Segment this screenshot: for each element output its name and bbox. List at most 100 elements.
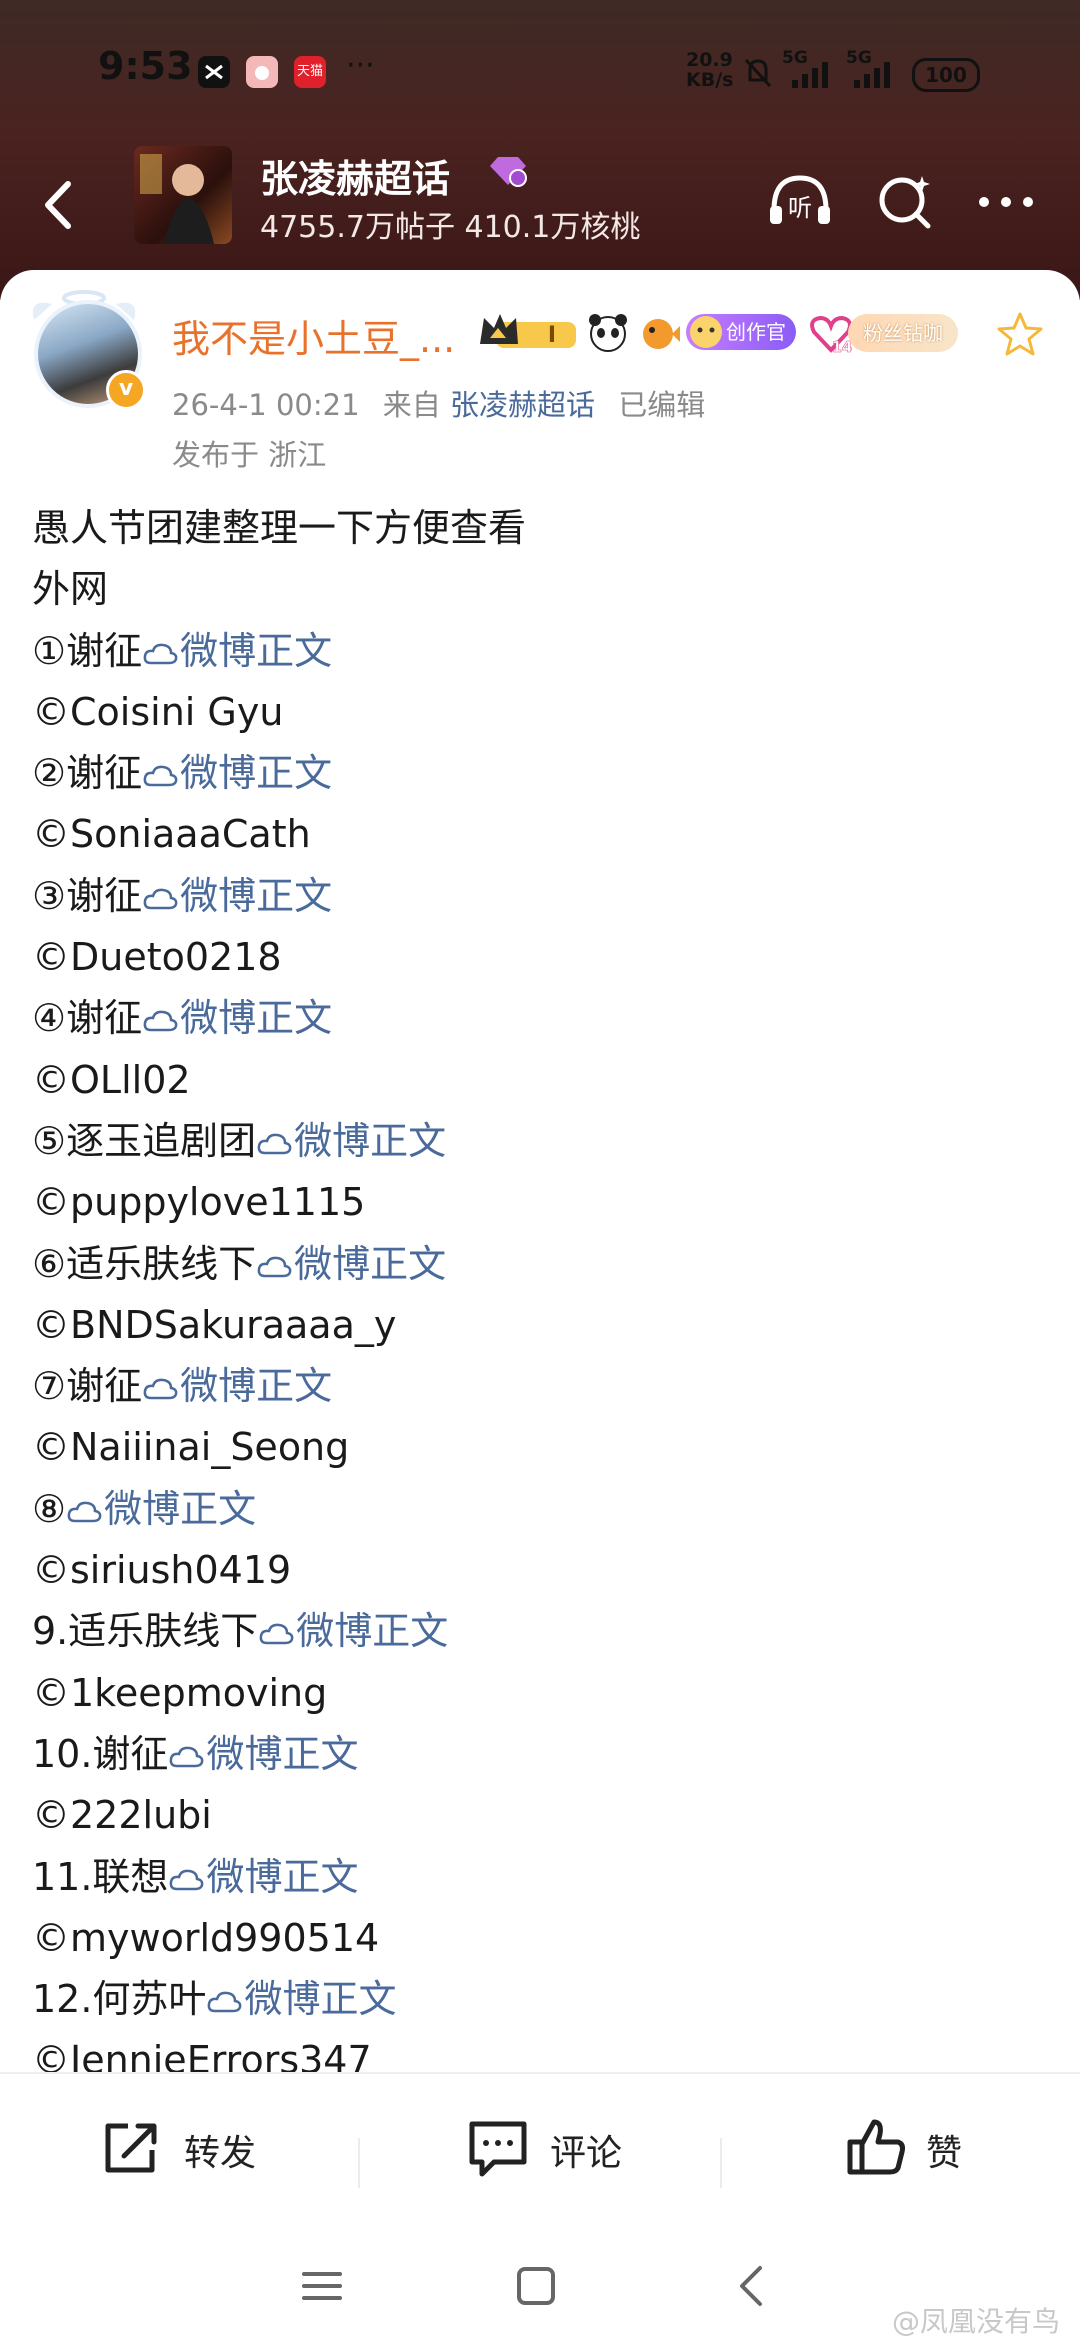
- capcut-icon: [198, 56, 230, 88]
- repost-button[interactable]: 转发: [100, 2074, 300, 2224]
- topic-stats: 4755.7万帖子 410.1万核桃: [260, 210, 641, 245]
- author-name[interactable]: 我不是小土豆_...: [172, 308, 455, 363]
- content-text: ②谢征: [32, 751, 143, 796]
- weibo-post-link[interactable]: 微博正文: [142, 874, 332, 918]
- status-bar: 9:53 天猫 ··· 20.9 KB/s 5G 5G 100: [0, 0, 1080, 140]
- cloud-link-icon: [143, 643, 178, 664]
- content-line: ©myworld990514: [32, 1908, 1062, 1969]
- weibo-post-link-label: 微博正文: [180, 873, 333, 918]
- content-line: ©OLll02: [32, 1050, 1062, 1111]
- diamond-badge-icon: [490, 157, 527, 187]
- post-content: 愚人节团建整理一下方便查看 外网 ①谢征 微博正文 ©Coisini Gyu ②谢征 微博正…: [32, 498, 1062, 2092]
- content-line: ©siriush0419: [32, 1540, 1062, 1601]
- weibo-post-link[interactable]: 微博正文: [258, 1609, 448, 1653]
- content-text: ④谢征: [32, 996, 143, 1041]
- weibo-post-link[interactable]: 微博正文: [256, 1119, 446, 1163]
- action-divider: [720, 2138, 722, 2188]
- content-line: ⑦谢征 微博正文: [32, 1356, 1062, 1417]
- panda-icon[interactable]: [586, 310, 630, 354]
- content-line: ②谢征 微博正文: [32, 743, 1062, 804]
- weibo-post-link[interactable]: 微博正文: [168, 1855, 358, 1899]
- listen-icon[interactable]: 听: [760, 162, 840, 242]
- weibo-post-link-label: 微博正文: [244, 1977, 397, 2022]
- content-text: ©Dueto0218: [32, 935, 282, 980]
- weibo-app-icon: [246, 56, 278, 88]
- pufferfish-icon[interactable]: [636, 310, 680, 354]
- search-icon[interactable]: [866, 162, 946, 242]
- fan-diamond-badge[interactable]: 粉丝钻咖: [848, 314, 958, 352]
- cloud-link-icon: [208, 1991, 242, 2013]
- weibo-post-link[interactable]: 微博正文: [142, 996, 332, 1040]
- weibo-post-link[interactable]: 微博正文: [168, 1732, 358, 1776]
- weibo-post-link-label: 微博正文: [180, 1364, 333, 1409]
- content-text: 愚人节团建整理一下方便查看: [32, 506, 527, 550]
- watermark: @凤凰没有鸟: [891, 2305, 1060, 2338]
- post-location: 发布于 浙江: [172, 438, 327, 472]
- signal-2-icon: [854, 62, 890, 88]
- content-line: ③谢征 微博正文: [32, 866, 1062, 927]
- content-text: ©1keepmoving: [32, 1670, 328, 1715]
- content-text: ©222lubi: [32, 1793, 212, 1838]
- content-line: 外网: [32, 559, 1062, 620]
- weibo-post-link[interactable]: 微博正文: [142, 751, 332, 795]
- topic-header: 张凌赫超话 4755.7万帖子 410.1万核桃 听: [0, 140, 1080, 270]
- weibo-post-link[interactable]: 微博正文: [256, 1242, 446, 1286]
- weibo-post-link-label: 微博正文: [180, 628, 333, 673]
- home-icon[interactable]: [512, 2262, 560, 2310]
- svg-text:I: I: [548, 323, 556, 348]
- content-text: ©SoniaaaCath: [32, 812, 311, 857]
- back-arrow-icon[interactable]: [30, 170, 90, 240]
- mute-bell-icon: [744, 58, 772, 88]
- post-source-link[interactable]: 张凌赫超话: [450, 388, 595, 422]
- user-avatar[interactable]: v: [28, 290, 146, 410]
- content-text: ©Naiiinai_Seong: [32, 1425, 350, 1470]
- content-line: ©1keepmoving: [32, 1663, 1062, 1724]
- content-text: 10.谢征: [32, 1731, 169, 1776]
- content-line: ①谢征 微博正文: [32, 621, 1062, 682]
- content-line: 12.何苏叶 微博正文: [32, 1969, 1062, 2030]
- like-button[interactable]: 赞: [844, 2074, 1004, 2224]
- more-options-icon[interactable]: [966, 162, 1046, 242]
- content-text: ©Coisini Gyu: [32, 689, 284, 734]
- post-date: 26-4-1 00:21: [172, 388, 360, 422]
- weibo-post-link[interactable]: 微博正文: [66, 1487, 256, 1531]
- verified-icon: v: [106, 370, 146, 410]
- content-line: ©BNDSakuraaaa_y: [32, 1295, 1062, 1356]
- crown-level-badge-icon[interactable]: I: [476, 308, 578, 354]
- more-notifications-icon: ···: [346, 48, 375, 83]
- cloud-link-icon: [170, 1746, 204, 1768]
- weibo-post-link-label: 微博正文: [296, 1609, 449, 1654]
- cloud-link-icon: [143, 765, 178, 787]
- fan-badge-label: 粉丝钻咖: [863, 321, 943, 345]
- content-line: ©222lubi: [32, 1785, 1062, 1846]
- net-speed-value: 20.9: [686, 49, 733, 71]
- topic-avatar[interactable]: [134, 146, 232, 244]
- content-text: 12.何苏叶: [32, 1977, 207, 2022]
- cloud-link-icon: [170, 1869, 204, 1890]
- comment-label: 评论: [550, 2133, 623, 2174]
- content-line: ©Coisini Gyu: [32, 682, 1062, 743]
- content-text: 外网: [32, 567, 109, 612]
- back-nav-icon[interactable]: [728, 2262, 776, 2310]
- content-line: 9.适乐肤线下 微博正文: [32, 1601, 1062, 1662]
- net-speed-unit: KB/s: [686, 69, 734, 91]
- weibo-post-link[interactable]: 微博正文: [206, 1977, 396, 2021]
- weibo-post-link[interactable]: 微博正文: [142, 629, 332, 673]
- comment-button[interactable]: 评论: [466, 2074, 666, 2224]
- creator-face-icon: [690, 316, 722, 348]
- weibo-post-link[interactable]: 微博正文: [142, 1364, 332, 1408]
- content-line: ©Dueto0218: [32, 927, 1062, 988]
- svg-text:听: 听: [788, 194, 812, 222]
- content-line: ④谢征 微博正文: [32, 988, 1062, 1049]
- content-text: ©OLll02: [32, 1057, 191, 1102]
- cloud-link-icon: [67, 1501, 102, 1522]
- post-from-prefix: 来自: [382, 388, 441, 422]
- cloud-link-icon: [143, 1378, 178, 1400]
- weibo-post-link-label: 微博正文: [294, 1118, 447, 1163]
- signal-1-icon: [792, 62, 828, 88]
- menu-icon[interactable]: [298, 2262, 346, 2310]
- favorite-star-icon[interactable]: [996, 310, 1044, 358]
- battery-indicator: 100: [912, 58, 980, 92]
- weibo-post-link-label: 微博正文: [206, 1731, 359, 1776]
- content-text: 11.联想: [32, 1854, 169, 1899]
